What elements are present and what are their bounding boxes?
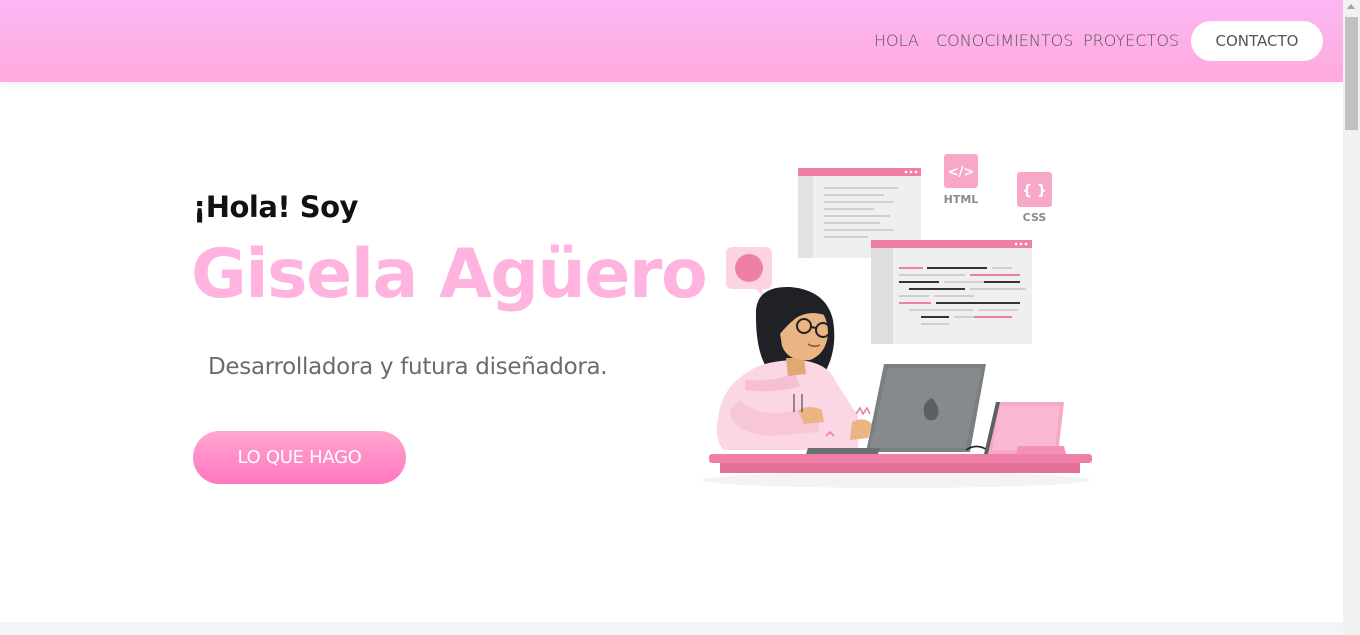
hero-subtitle: Desarrolladora y futura diseñadora. <box>208 354 608 380</box>
scroll-up-arrow-icon[interactable] <box>1347 4 1355 9</box>
desk <box>709 454 1092 473</box>
floor-shadow <box>702 472 1090 488</box>
html-label: HTML <box>944 193 979 206</box>
front-code-window <box>871 240 1032 344</box>
person-figure <box>716 286 872 450</box>
html-tag-text: </> <box>948 165 975 180</box>
nav-link-hola[interactable]: HOLA <box>874 31 919 50</box>
top-navbar: HOLA CONOCIMIENTOS PROYECTOS CONTACTO <box>0 0 1343 82</box>
css-badge-icon: { } CSS <box>1017 172 1052 224</box>
section-divider <box>0 622 1343 635</box>
contact-button[interactable]: CONTACTO <box>1191 21 1323 61</box>
lo-que-hago-button[interactable]: LO QUE HAGO <box>193 431 406 484</box>
scrollbar-thumb[interactable] <box>1345 17 1358 130</box>
tablet <box>984 402 1066 454</box>
nav-link-conocimientos[interactable]: CONOCIMIENTOS <box>936 31 1073 50</box>
nav-link-proyectos[interactable]: PROYECTOS <box>1083 31 1179 50</box>
html-badge-icon: </> HTML <box>944 154 979 206</box>
speech-bubble-icon <box>726 247 772 298</box>
hero-greeting: ¡Hola! Soy <box>193 190 358 224</box>
developer-illustration: </> HTML { } CSS <box>702 154 1092 488</box>
css-tag-text: { } <box>1022 183 1047 199</box>
css-label: CSS <box>1023 211 1047 224</box>
hero-name: Gisela Agüero <box>191 235 708 314</box>
